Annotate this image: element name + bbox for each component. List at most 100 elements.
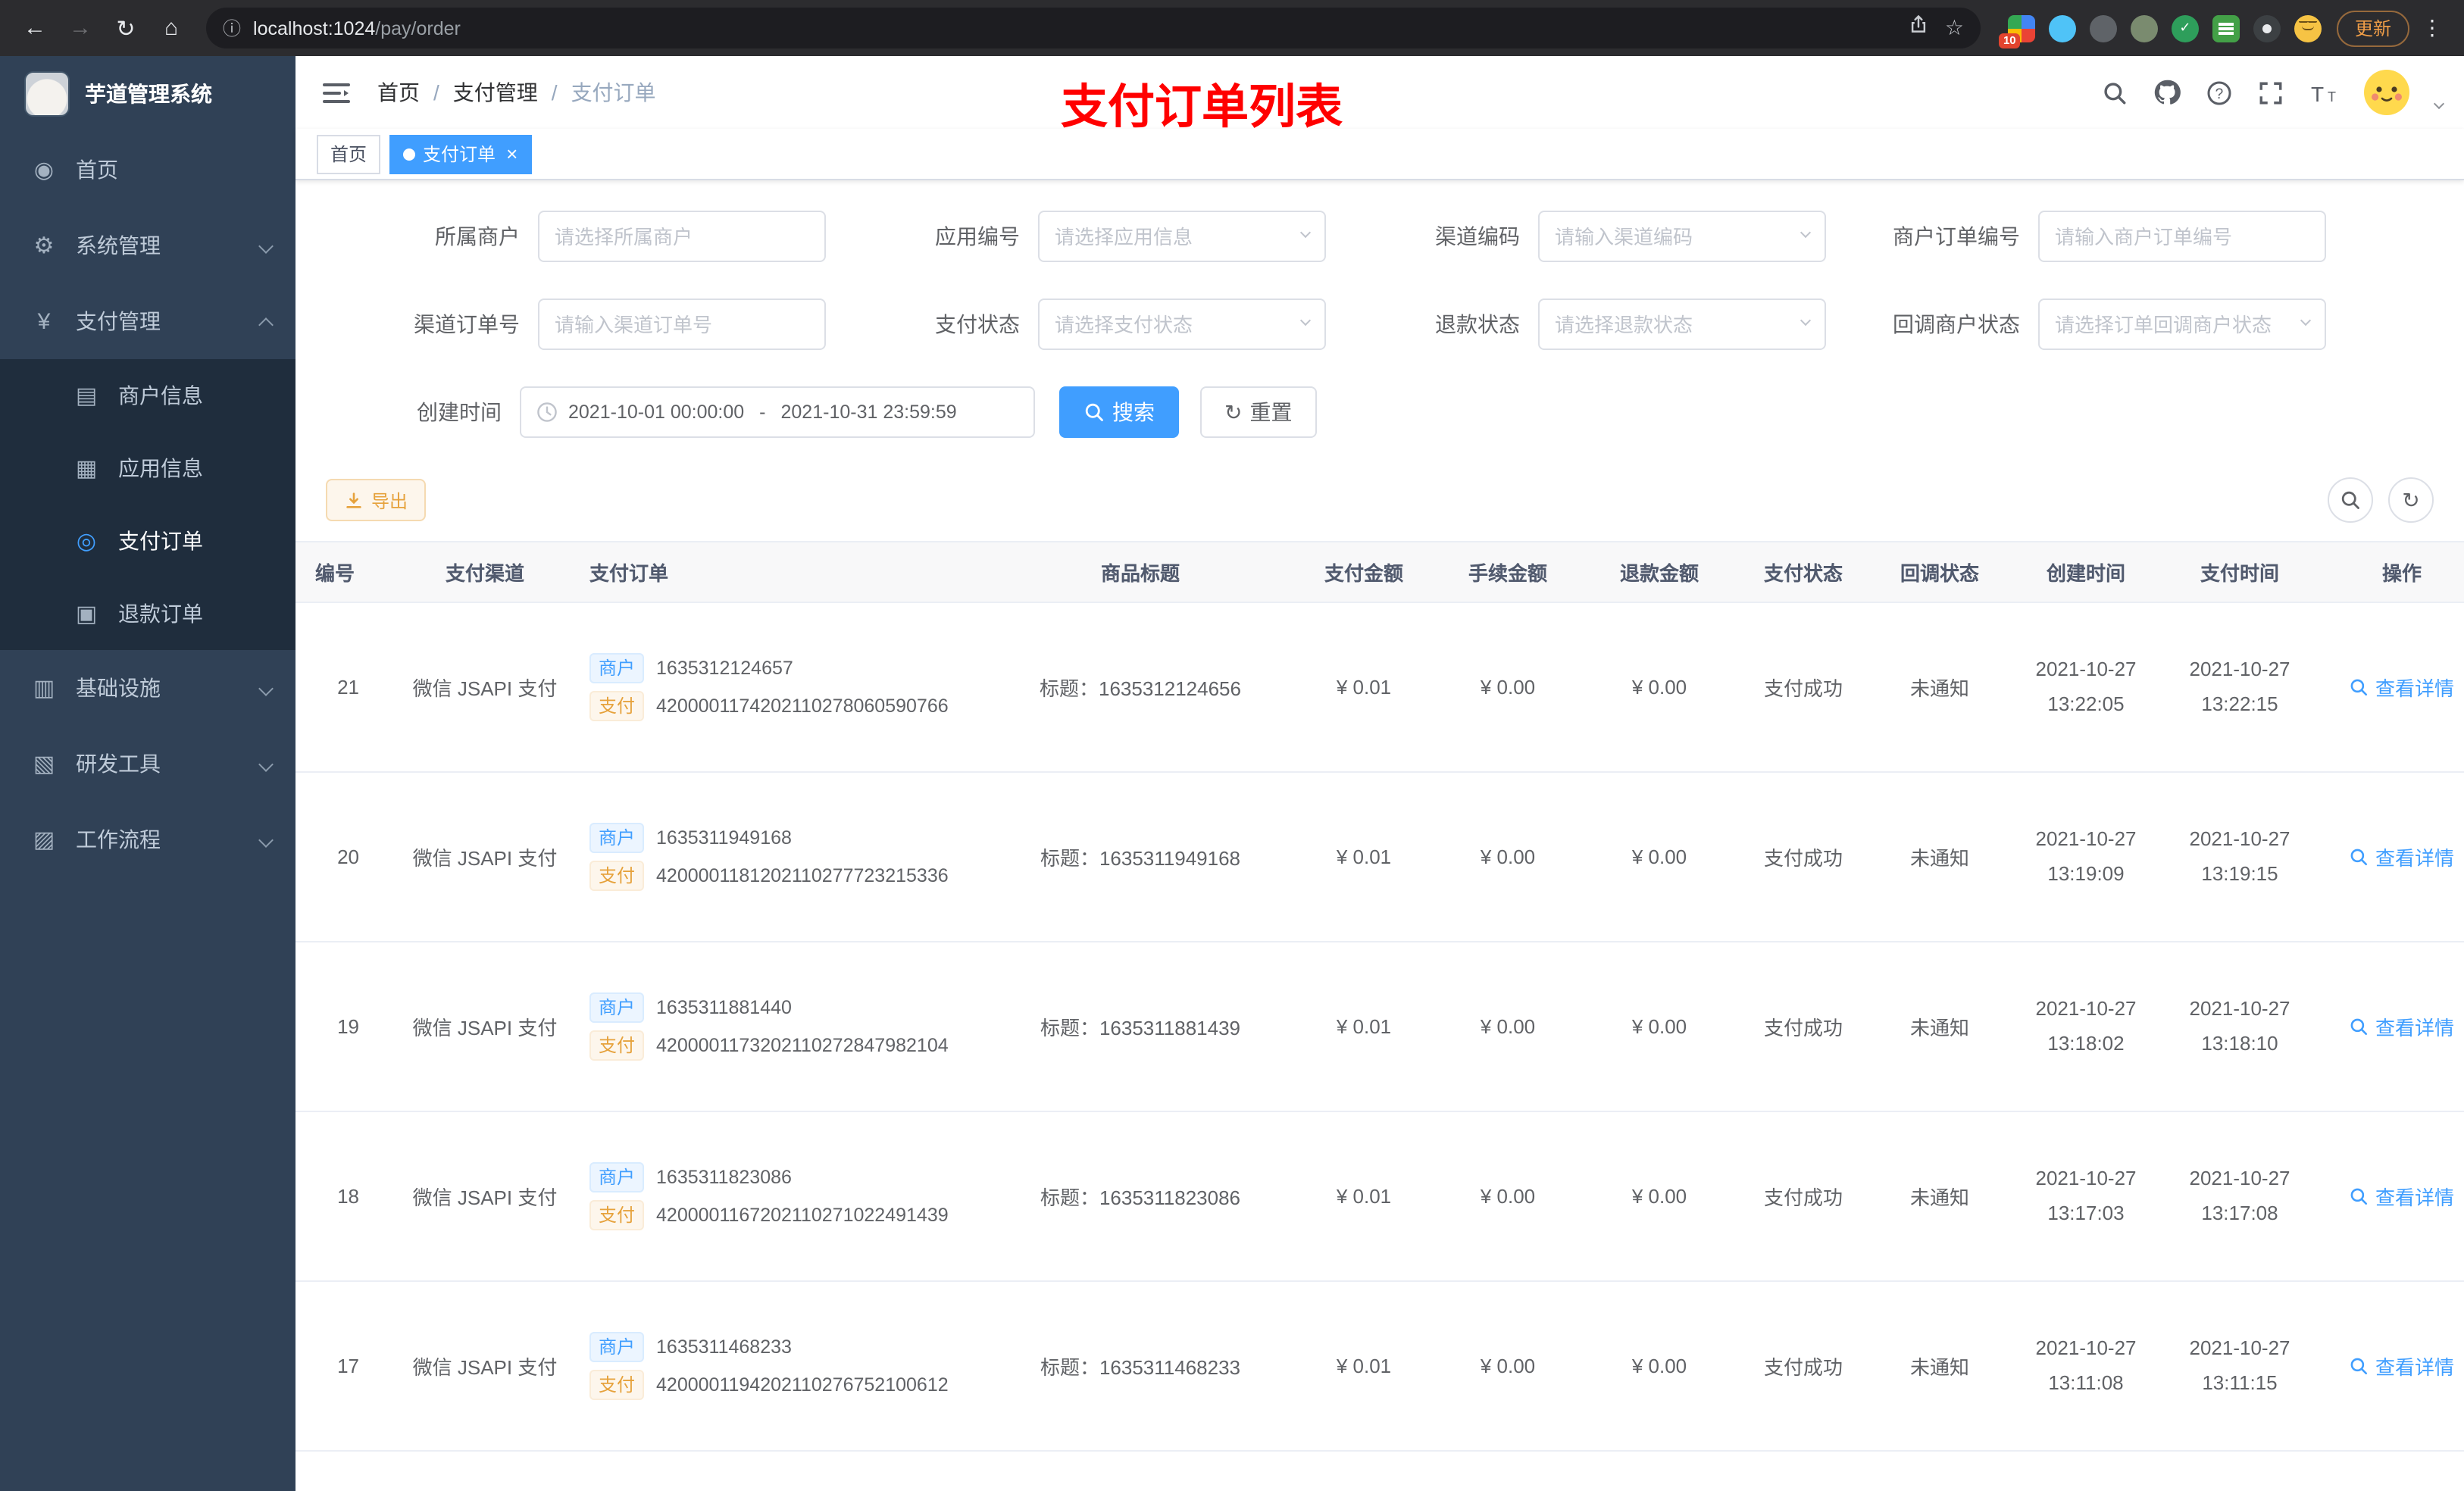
reset-button[interactable]: ↻ 重置 — [1200, 386, 1317, 438]
breadcrumb-home[interactable]: 首页 — [377, 77, 420, 108]
extension-pin-icon[interactable] — [2253, 14, 2281, 42]
font-size-button[interactable]: TT — [2309, 81, 2338, 104]
browser-update-button[interactable]: 更新 — [2336, 10, 2409, 46]
channel-order-no: 4200001181202110277723215336 — [656, 865, 949, 886]
sidebar-item-label: 首页 — [76, 158, 118, 182]
forward-icon: → — [69, 15, 92, 41]
browser-reload-button[interactable]: ↻ — [106, 8, 145, 48]
sidebar-item-infra[interactable]: ▥ 基础设施 — [0, 650, 295, 726]
extensions-puzzle-icon[interactable]: 10 — [1998, 14, 2035, 48]
merchant-select[interactable] — [538, 211, 826, 262]
notify-status-select[interactable] — [2038, 299, 2326, 350]
extension-drop-icon[interactable] — [2048, 14, 2076, 42]
date-range-input[interactable]: 2021-10-01 00:00:00 - 2021-10-31 23:59:5… — [520, 386, 1035, 438]
browser-home-button[interactable]: ⌂ — [152, 8, 191, 48]
refund-cell: ¥ 0.00 — [1584, 1111, 1735, 1282]
notify-status-cell: 未通知 — [1871, 942, 2008, 1112]
extension-avatar-icon[interactable] — [2294, 14, 2322, 42]
extensions-area: 10 ✓ — [1998, 14, 2322, 48]
toolbox-icon: ▧ — [33, 752, 55, 777]
orders-table: 编号 支付渠道 支付订单 商品标题 支付金额 手续金额 退款金额 支付状态 回调… — [295, 541, 2464, 1491]
table-toolbar: 导出 ↻ — [326, 477, 2434, 523]
notify-status-cell: 未通知 — [1871, 1111, 2008, 1282]
sidebar-item-devtools[interactable]: ▧ 研发工具 — [0, 726, 295, 802]
sidebar-item-merchant-info[interactable]: ▤ 商户信息 — [0, 359, 295, 432]
view-detail-link[interactable]: 查看详情 — [2350, 842, 2454, 871]
sidebar-item-home[interactable]: ◉ 首页 — [0, 132, 295, 208]
view-detail-link[interactable]: 查看详情 — [2350, 1352, 2454, 1380]
bookmark-star-icon[interactable]: ☆ — [1945, 15, 1964, 41]
browser-forward-button[interactable]: → — [61, 8, 100, 48]
pay-time-cell: 2021-10-27 13:22:15 — [2164, 602, 2315, 773]
extension-chat-icon[interactable] — [2212, 14, 2240, 42]
fee-cell — [1432, 1451, 1584, 1491]
url-bar[interactable]: ⓘ localhost:1024/pay/order ☆ — [206, 8, 1981, 48]
sidebar-item-label: 基础设施 — [76, 676, 161, 700]
sidebar-toggle-button[interactable] — [317, 75, 356, 110]
sidebar-item-pay-order[interactable]: ◎ 支付订单 — [0, 505, 295, 577]
refresh-table-button[interactable]: ↻ — [2388, 477, 2434, 523]
product-title-cell: 标题：1635312124656 — [985, 602, 1296, 773]
pay-tag: 支付 — [589, 691, 645, 721]
channel-code-select[interactable] — [1538, 211, 1826, 262]
order-id-cell: 16 — [295, 1451, 399, 1491]
view-detail-link[interactable]: 查看详情 — [2350, 673, 2454, 702]
tab-home[interactable]: 首页 — [317, 134, 381, 173]
extension-gray-icon[interactable] — [2089, 14, 2117, 42]
svg-text:T: T — [2328, 89, 2336, 104]
question-icon: ? — [2207, 80, 2231, 105]
view-detail-link[interactable]: 查看详情 — [2350, 1182, 2454, 1211]
merchant-order-no: 1635311949168 — [656, 827, 792, 849]
close-icon[interactable]: × — [506, 144, 518, 164]
sidebar-item-system[interactable]: ⚙ 系统管理 — [0, 208, 295, 283]
sidebar-item-workflow[interactable]: ▨ 工作流程 — [0, 802, 295, 877]
help-button[interactable]: ? — [2206, 80, 2232, 105]
pay-status-select[interactable] — [1038, 299, 1326, 350]
breadcrumb-payment[interactable]: 支付管理 — [453, 77, 538, 108]
status-cell: 支付成功 — [1735, 1111, 1871, 1282]
app-select[interactable] — [1038, 211, 1326, 262]
status-cell: 支付成功 — [1735, 1281, 1871, 1452]
fullscreen-button[interactable] — [2258, 80, 2284, 105]
search-button[interactable]: 搜索 — [1059, 386, 1179, 438]
table-row: 19 微信 JSAPI 支付 商户 1635311881440 支付 42000… — [295, 942, 2464, 1112]
tab-label: 首页 — [330, 144, 367, 165]
extension-olive-icon[interactable] — [2130, 14, 2158, 42]
sidebar-item-app-info[interactable]: ▦ 应用信息 — [0, 432, 295, 505]
extension-check-icon[interactable]: ✓ — [2171, 14, 2199, 42]
github-button[interactable] — [2153, 79, 2181, 106]
svg-text:T: T — [2311, 82, 2324, 104]
status-cell — [1735, 1451, 1871, 1491]
refund-status-select[interactable] — [1538, 299, 1826, 350]
sidebar-item-label: 商户信息 — [118, 383, 203, 408]
pay-tag: 支付 — [589, 1030, 645, 1061]
merchant-tag: 商户 — [589, 653, 645, 683]
export-button[interactable]: 导出 — [326, 479, 427, 521]
browser-back-button[interactable]: ← — [15, 8, 55, 48]
url-path: /pay/order — [375, 17, 461, 39]
search-icon — [2351, 1358, 2369, 1375]
sidebar-item-refund-order[interactable]: ▣ 退款订单 — [0, 577, 295, 650]
notify-status-cell: 未通知 — [1871, 1281, 2008, 1452]
sidebar-item-payment[interactable]: ¥ 支付管理 — [0, 283, 295, 359]
pay-order-cell: 商户 1635311949168 支付 42000011812021102777… — [571, 772, 985, 942]
view-detail-link[interactable]: 查看详情 — [2350, 1012, 2454, 1041]
browser-menu-button[interactable]: ⋮ — [2416, 15, 2449, 41]
toggle-search-button[interactable] — [2328, 477, 2373, 523]
avatar-dropdown-caret[interactable] — [2433, 97, 2445, 109]
app-logo: 芋道管理系统 — [0, 56, 295, 132]
col-header-create-time: 创建时间 — [2008, 541, 2164, 603]
share-icon[interactable] — [1909, 14, 1930, 42]
field-label: 回调商户状态 — [1893, 312, 2020, 336]
hamburger-icon — [323, 83, 350, 102]
merchant-order-no-input[interactable] — [2038, 211, 2326, 262]
channel-order-no-input[interactable] — [538, 299, 826, 350]
tab-pay-order[interactable]: 支付订单 × — [389, 134, 532, 173]
chevron-up-icon — [258, 317, 274, 332]
sidebar-item-label: 应用信息 — [118, 456, 203, 480]
header-search-button[interactable] — [2102, 80, 2128, 105]
user-avatar[interactable] — [2364, 70, 2409, 115]
dashboard-icon: ◉ — [33, 158, 55, 183]
site-info-icon[interactable]: ⓘ — [223, 15, 241, 41]
clock-icon — [537, 402, 557, 422]
